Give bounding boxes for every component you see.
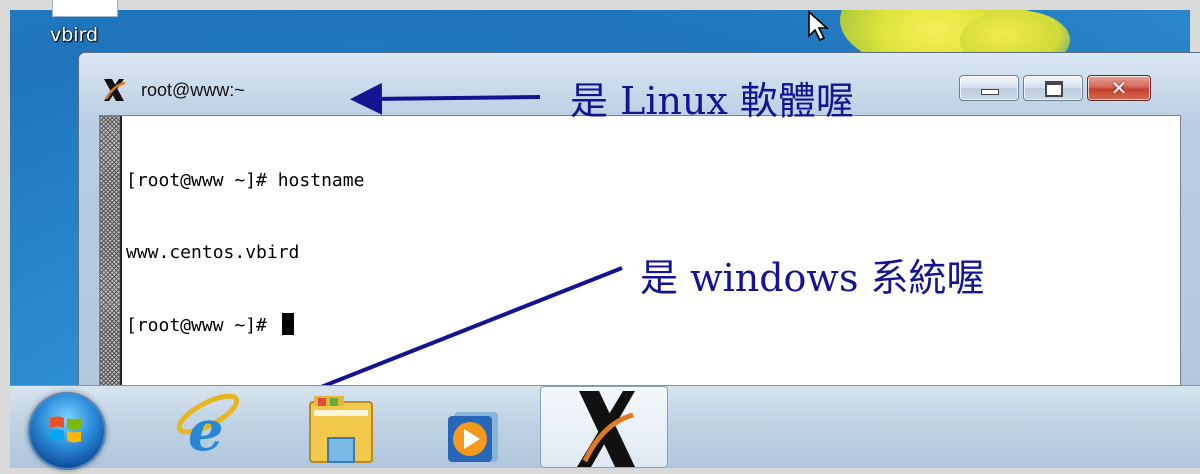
file-explorer-icon[interactable] (298, 386, 388, 468)
start-button[interactable] (28, 392, 106, 470)
arrow-to-window-title (350, 82, 541, 115)
internet-explorer-icon[interactable]: e (168, 386, 252, 468)
media-player-icon[interactable] (428, 386, 518, 468)
taskbar: e (10, 385, 1200, 470)
windows-start-orb-icon (50, 416, 81, 443)
taskbar-xming-button[interactable] (540, 386, 668, 468)
svg-text:e: e (188, 398, 224, 464)
xming-x-icon (577, 391, 635, 467)
